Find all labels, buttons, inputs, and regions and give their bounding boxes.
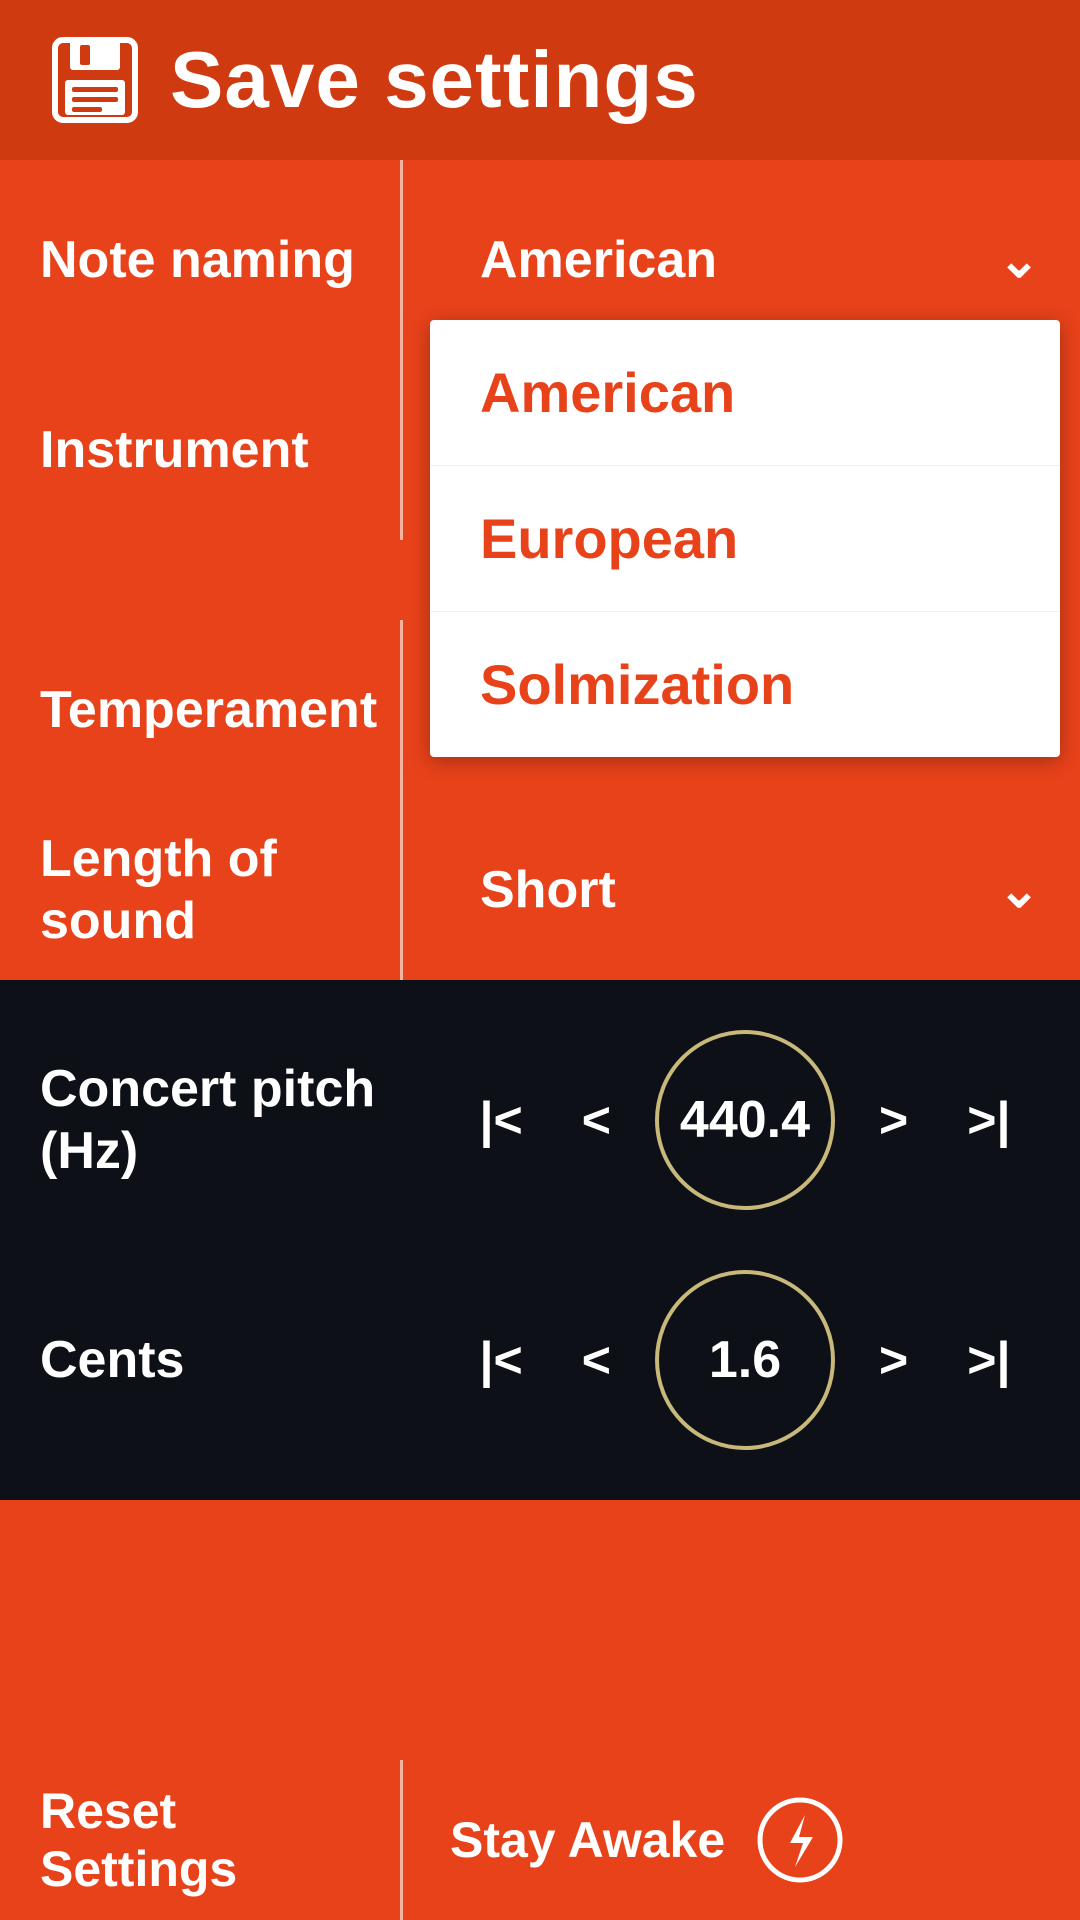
stay-awake-label: Stay Awake <box>450 1811 725 1869</box>
cents-next-btn[interactable]: > <box>864 1321 923 1399</box>
concert-pitch-first-btn[interactable]: |< <box>465 1081 538 1159</box>
cents-last-btn[interactable]: >| <box>952 1321 1025 1399</box>
save-icon <box>50 35 140 125</box>
reset-settings-button[interactable]: Reset Settings <box>0 1782 400 1898</box>
concert-pitch-label: Concert pitch (Hz) <box>40 1058 430 1183</box>
cents-row: Cents |< < 1.6 > >| <box>0 1240 1080 1480</box>
concert-pitch-value: 440.4 <box>655 1030 835 1210</box>
settings-section: Note naming American ⌄ American European… <box>0 160 1080 980</box>
header: Save settings <box>0 0 1080 160</box>
concert-pitch-last-btn[interactable]: >| <box>952 1081 1025 1159</box>
length-of-sound-chevron[interactable]: ⌄ <box>998 861 1040 919</box>
length-of-sound-label: Length of sound <box>40 828 430 953</box>
note-naming-selected: American <box>480 230 717 290</box>
stay-awake-button[interactable]: Stay Awake <box>400 1795 1080 1885</box>
temperament-label: Temperament <box>40 679 430 741</box>
concert-pitch-controls: |< < 440.4 > >| <box>430 1030 1040 1210</box>
concert-pitch-next-btn[interactable]: > <box>864 1081 923 1159</box>
cents-value: 1.6 <box>655 1270 835 1450</box>
cents-prev-btn[interactable]: < <box>567 1321 626 1399</box>
footer-divider <box>400 1760 403 1920</box>
page-title: Save settings <box>170 34 699 126</box>
cents-label: Cents <box>40 1329 430 1391</box>
note-naming-dropdown[interactable]: American European Solmization <box>430 320 1060 757</box>
cents-first-btn[interactable]: |< <box>465 1321 538 1399</box>
note-naming-chevron[interactable]: ⌄ <box>998 231 1040 289</box>
length-of-sound-selected: Short <box>480 860 616 920</box>
dropdown-item-european[interactable]: European <box>430 466 1060 612</box>
concert-pitch-row: Concert pitch (Hz) |< < 440.4 > >| <box>0 1000 1080 1240</box>
dark-section: Concert pitch (Hz) |< < 440.4 > >| Cents… <box>0 980 1080 1500</box>
instrument-label: Instrument <box>40 419 430 481</box>
note-naming-label: Note naming <box>40 229 430 291</box>
cents-controls: |< < 1.6 > >| <box>430 1270 1040 1450</box>
length-of-sound-row: Length of sound Short ⌄ <box>0 800 1080 980</box>
footer: Reset Settings Stay Awake <box>0 1760 1080 1920</box>
stay-awake-icon <box>755 1795 845 1885</box>
dropdown-item-american[interactable]: American <box>430 320 1060 466</box>
concert-pitch-prev-btn[interactable]: < <box>567 1081 626 1159</box>
dropdown-item-solmization[interactable]: Solmization <box>430 612 1060 757</box>
length-of-sound-value-container[interactable]: Short ⌄ <box>430 860 1040 920</box>
note-naming-value[interactable]: American ⌄ <box>430 230 1040 290</box>
